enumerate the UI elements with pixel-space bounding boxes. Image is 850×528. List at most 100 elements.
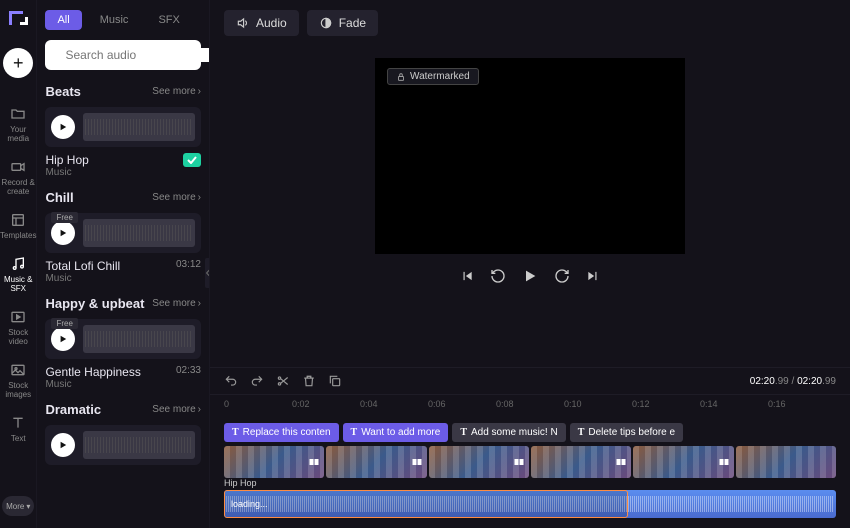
audio-type: Music	[45, 273, 120, 284]
template-icon	[10, 212, 26, 228]
audio-type: Music	[45, 379, 140, 390]
chevron-right-icon: ›	[198, 192, 201, 203]
chevron-right-icon: ›	[198, 298, 201, 309]
audio-item[interactable]: Hip Hop Music	[45, 107, 201, 178]
free-badge: Free	[51, 318, 77, 329]
timeline-toolbar: 02:20.99 / 02:20.99	[210, 367, 850, 394]
play-button[interactable]	[522, 268, 538, 284]
see-more-link[interactable]: See more ›	[152, 192, 201, 203]
forward-button[interactable]	[554, 268, 570, 284]
more-button[interactable]: More ▾	[2, 496, 34, 516]
tab-sfx[interactable]: SFX	[146, 10, 191, 30]
category-title: Dramatic	[45, 402, 101, 417]
add-button[interactable]: +	[3, 48, 33, 78]
chevron-right-icon: ›	[198, 86, 201, 97]
transition-icon	[513, 456, 525, 468]
audio-track[interactable]: Hip Hop loading...	[224, 490, 836, 518]
audio-name: Total Lofi Chill	[45, 259, 120, 273]
waveform-preview	[83, 113, 195, 141]
skip-start-button[interactable]	[460, 269, 474, 283]
rail-item-label: Stock video	[0, 328, 36, 346]
image-icon	[10, 362, 26, 378]
audio-item[interactable]	[45, 425, 201, 465]
audio-clip[interactable]: loading...	[224, 490, 836, 518]
rail-item-label: Your media	[0, 125, 36, 143]
timeline-tracks: TReplace this conten TWant to add more T…	[210, 417, 850, 528]
video-track[interactable]	[224, 446, 836, 478]
transition-icon	[615, 456, 627, 468]
ruler-tick: 0:14	[700, 399, 768, 409]
text-icon: T	[232, 427, 239, 438]
rail-item-stock-video[interactable]: Stock video	[0, 301, 36, 354]
search-input-wrap[interactable]	[45, 40, 201, 70]
lock-icon	[396, 72, 406, 82]
audio-settings-button[interactable]: Audio	[224, 10, 299, 36]
undo-button[interactable]	[224, 374, 238, 388]
category-title: Beats	[45, 84, 80, 99]
ruler-tick: 0:06	[428, 399, 496, 409]
waveform-preview	[83, 325, 195, 353]
category-header-dramatic: Dramatic See more ›	[45, 402, 201, 417]
logo	[6, 8, 30, 32]
tab-all[interactable]: All	[45, 10, 81, 30]
text-icon: T	[351, 427, 358, 438]
audio-name: Gentle Happiness	[45, 365, 140, 379]
video-clip[interactable]	[531, 446, 631, 478]
rewind-button[interactable]	[490, 268, 506, 284]
main-area: Audio Fade Watermarked	[210, 0, 850, 528]
rail-item-stock-images[interactable]: Stock images	[0, 354, 36, 407]
see-more-link[interactable]: See more ›	[152, 298, 201, 309]
video-clip[interactable]	[429, 446, 529, 478]
video-preview[interactable]: Watermarked	[375, 58, 685, 254]
fade-button[interactable]: Fade	[307, 10, 378, 36]
collapse-sidebar-handle[interactable]: ‹	[205, 258, 210, 288]
category-header-beats: Beats See more ›	[45, 84, 201, 99]
see-more-link[interactable]: See more ›	[152, 86, 201, 97]
preview-area: Watermarked	[210, 46, 850, 367]
text-clip[interactable]: TDelete tips before e	[570, 423, 683, 442]
timeline-ruler[interactable]: 0 0:02 0:04 0:06 0:08 0:10 0:12 0:14 0:1…	[210, 394, 850, 417]
nav-rail: + Your media Record & create Templates M…	[0, 0, 37, 528]
video-clip[interactable]	[736, 446, 836, 478]
rail-item-text[interactable]: Text	[0, 407, 36, 451]
added-check-icon	[183, 153, 201, 167]
search-input[interactable]	[65, 48, 210, 62]
chevron-down-icon: ▾	[26, 502, 30, 511]
play-button[interactable]	[51, 433, 75, 457]
transition-icon	[411, 456, 423, 468]
video-clip[interactable]	[633, 446, 733, 478]
time-display: 02:20.99 / 02:20.99	[750, 376, 836, 387]
duplicate-button[interactable]	[328, 374, 342, 388]
play-button[interactable]	[51, 327, 75, 351]
rail-item-label: Text	[11, 434, 26, 443]
video-clip[interactable]	[326, 446, 426, 478]
rail-item-label: Templates	[0, 231, 36, 240]
audio-tabs: All Music SFX	[45, 10, 201, 30]
play-button[interactable]	[51, 221, 75, 245]
rail-item-your-media[interactable]: Your media	[0, 98, 36, 151]
watermark-badge: Watermarked	[387, 68, 479, 85]
redo-button[interactable]	[250, 374, 264, 388]
skip-end-button[interactable]	[586, 269, 600, 283]
transition-icon	[718, 456, 730, 468]
audio-selection[interactable]: loading...	[224, 490, 628, 518]
rail-item-templates[interactable]: Templates	[0, 204, 36, 248]
rail-item-music-sfx[interactable]: Music & SFX	[0, 248, 36, 301]
delete-button[interactable]	[302, 374, 316, 388]
audio-item[interactable]: Free Total Lofi Chill Music 03:12	[45, 213, 201, 284]
rail-item-label: Record & create	[0, 178, 36, 196]
player-controls	[460, 268, 600, 284]
play-button[interactable]	[51, 115, 75, 139]
text-clip[interactable]: TWant to add more	[343, 423, 449, 442]
folder-icon	[10, 106, 26, 122]
text-clip[interactable]: TAdd some music! N	[452, 423, 565, 442]
rail-item-record[interactable]: Record & create	[0, 151, 36, 204]
tab-music[interactable]: Music	[88, 10, 141, 30]
text-track[interactable]: TReplace this conten TWant to add more T…	[224, 423, 836, 442]
audio-item[interactable]: Free Gentle Happiness Music 02:33	[45, 319, 201, 390]
split-button[interactable]	[276, 374, 290, 388]
see-more-link[interactable]: See more ›	[152, 404, 201, 415]
category-header-chill: Chill See more ›	[45, 190, 201, 205]
text-clip[interactable]: TReplace this conten	[224, 423, 339, 442]
video-clip[interactable]	[224, 446, 324, 478]
